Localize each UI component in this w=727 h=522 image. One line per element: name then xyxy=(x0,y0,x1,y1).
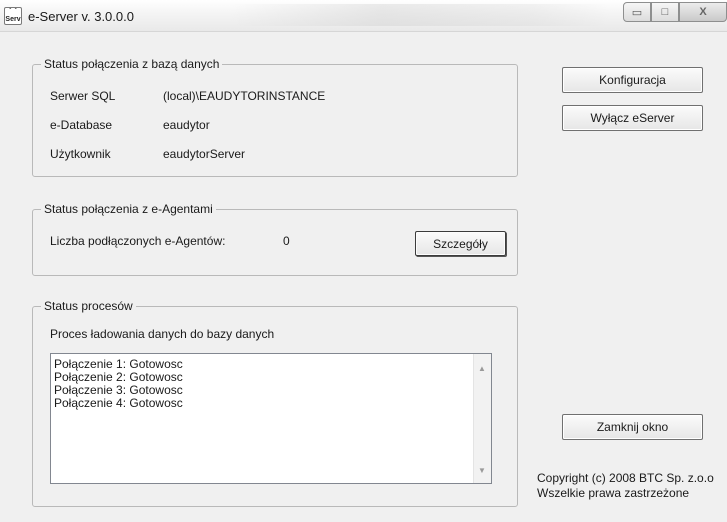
minimize-button[interactable]: ▭ xyxy=(623,2,651,22)
configuration-button[interactable]: Konfiguracja xyxy=(562,67,703,93)
process-log-list[interactable]: Połączenie 1: Gotowosc Połączenie 2: Got… xyxy=(50,353,492,484)
scroll-up-icon[interactable]: ▲ xyxy=(478,364,486,373)
rights-line: Wszelkie prawa zastrzeżone xyxy=(537,486,690,500)
db-status-legend: Status połączenia z bazą danych xyxy=(41,57,223,71)
vertical-scrollbar[interactable]: ▲ ▼ xyxy=(473,354,491,483)
window-title: e-Server v. 3.0.0.0 xyxy=(28,9,134,24)
app-logo-icon: ⌒ Serv xyxy=(4,7,22,25)
title-bar: ⌒ Serv e-Server v. 3.0.0.0 ▭ □ X xyxy=(0,0,727,32)
sql-server-value: (local)\EAUDYTORINSTANCE xyxy=(163,89,326,103)
sql-server-label: Serwer SQL xyxy=(50,89,116,103)
list-item: Połączenie 4: Gotowosc xyxy=(54,396,183,410)
agents-count-label: Liczba podłączonych e-Agentów: xyxy=(50,234,226,248)
close-button[interactable]: X xyxy=(679,2,727,22)
process-status-legend: Status procesów xyxy=(41,299,136,313)
disable-eserver-button[interactable]: Wyłącz eServer xyxy=(562,105,703,131)
user-value: eaudytorServer xyxy=(163,147,246,161)
window-controls: ▭ □ X xyxy=(623,2,727,24)
scroll-down-icon[interactable]: ▼ xyxy=(478,466,486,475)
process-log-items: Połączenie 1: Gotowosc Połączenie 2: Got… xyxy=(54,358,471,410)
close-window-button[interactable]: Zamknij okno xyxy=(562,414,703,440)
agents-count-value: 0 xyxy=(283,234,290,248)
maximize-button[interactable]: □ xyxy=(651,2,679,22)
title-bar-blur xyxy=(230,4,610,26)
database-label: e-Database xyxy=(50,118,113,132)
agents-status-legend: Status połączenia z e-Agentami xyxy=(41,202,216,216)
database-value: eaudytor xyxy=(163,118,210,132)
user-label: Użytkownik xyxy=(50,147,111,161)
copyright-text: Copyright (c) 2008 BTC Sp. z.o.o Wszelki… xyxy=(537,471,714,501)
details-button[interactable]: Szczegóły xyxy=(415,231,506,256)
copyright-line: Copyright (c) 2008 BTC Sp. z.o.o xyxy=(537,471,714,485)
process-label: Proces ładowania danych do bazy danych xyxy=(50,327,275,341)
